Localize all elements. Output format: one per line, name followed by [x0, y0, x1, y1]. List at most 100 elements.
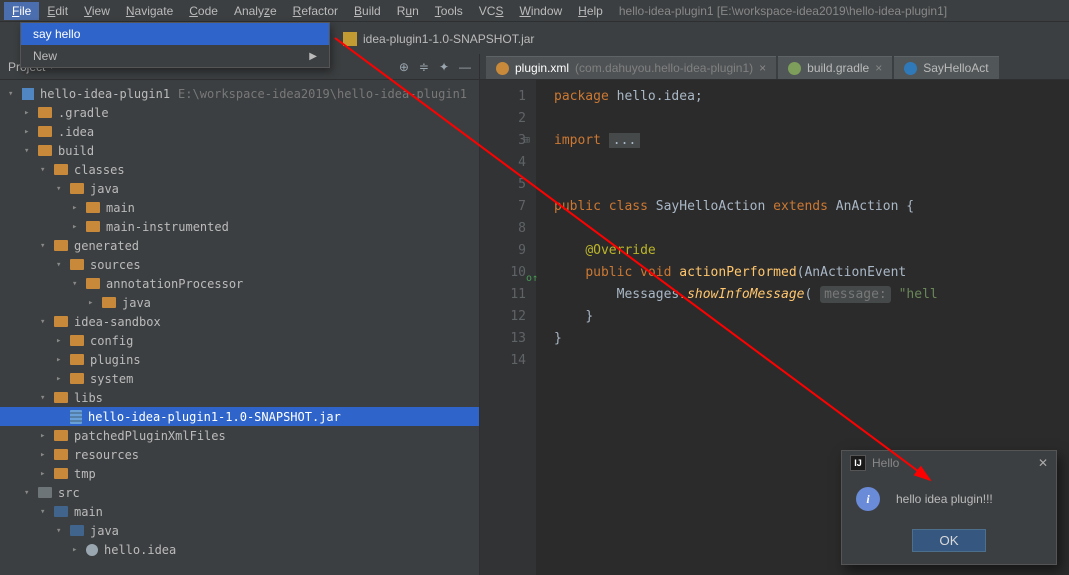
minimize-icon[interactable]: — [459, 60, 471, 74]
menu-refactor[interactable]: Refactor [285, 2, 346, 20]
menu-help[interactable]: Help [570, 2, 611, 20]
dialog-titlebar[interactable]: IJ Hello ✕ [842, 451, 1056, 475]
tree-folder[interactable]: ▾java [0, 179, 479, 198]
menu-window[interactable]: Window [511, 2, 570, 20]
tree-file[interactable]: hello-idea-plugin1-1.0-SNAPSHOT.jar [0, 407, 479, 426]
expand-icon[interactable]: ▸ [56, 355, 68, 365]
expand-icon[interactable]: ▸ [72, 222, 84, 232]
menu-view[interactable]: View [76, 2, 118, 20]
expand-icon[interactable]: ▾ [56, 260, 68, 270]
tree-folder[interactable]: ▾sources [0, 255, 479, 274]
menu-navigate[interactable]: Navigate [118, 2, 181, 20]
line-number: 2 [480, 108, 526, 130]
folder-icon [38, 107, 52, 118]
tree-folder[interactable]: ▸.gradle [0, 103, 479, 122]
menu-run[interactable]: Run [389, 2, 427, 20]
expand-icon[interactable]: ▾ [72, 279, 84, 289]
fold-icon[interactable]: ⊞ [524, 130, 530, 152]
ok-button[interactable]: OK [912, 529, 985, 552]
gear-icon[interactable]: ✦ [439, 60, 449, 74]
tree-folder[interactable]: ▸config [0, 331, 479, 350]
collapse-icon[interactable]: ≑ [419, 60, 429, 74]
expand-icon[interactable]: ▸ [72, 545, 84, 555]
tab-context: (com.dahuyou.hello-idea-plugin1) [575, 61, 753, 75]
expand-icon[interactable]: ▾ [56, 184, 68, 194]
module-icon [22, 88, 34, 100]
dialog-message: hello idea plugin!!! [896, 492, 993, 506]
tree-folder[interactable]: ▸main-instrumented [0, 217, 479, 236]
menu-tools[interactable]: Tools [427, 2, 471, 20]
close-icon[interactable]: ✕ [1038, 456, 1048, 470]
folder-icon [86, 221, 100, 232]
close-icon[interactable]: × [759, 61, 766, 75]
folder-icon [70, 183, 84, 194]
tab-build-gradle[interactable]: build.gradle × [778, 56, 892, 79]
menu-build[interactable]: Build [346, 2, 389, 20]
tree-folder[interactable]: ▸resources [0, 445, 479, 464]
menu-item-label: say hello [33, 27, 80, 41]
tree-folder[interactable]: ▸hello.idea [0, 540, 479, 559]
expand-icon[interactable]: ▸ [24, 127, 36, 137]
tree-node-label: java [122, 296, 151, 310]
tree-folder[interactable]: ▸.idea [0, 122, 479, 141]
tree-folder[interactable]: ▾ idea-sandbox [0, 312, 479, 331]
tree-node-label: generated [74, 239, 139, 253]
expand-icon[interactable]: ▾ [40, 165, 52, 175]
file-menu-dropdown[interactable]: say hello New ▶ [20, 22, 330, 68]
tree-folder[interactable]: ▸system [0, 369, 479, 388]
menu-code[interactable]: Code [181, 2, 226, 20]
tree-folder[interactable]: ▾hello-idea-plugin1E:\workspace-idea2019… [0, 84, 479, 103]
expand-icon[interactable]: ▾ [8, 89, 20, 99]
tree-folder[interactable]: ▾main [0, 502, 479, 521]
tree-folder[interactable]: ▾libs [0, 388, 479, 407]
expand-icon[interactable]: ▾ [56, 526, 68, 536]
tab-plugin-xml[interactable]: plugin.xml (com.dahuyou.hello-idea-plugi… [486, 56, 776, 79]
breadcrumb-file[interactable]: idea-plugin1-1.0-SNAPSHOT.jar [363, 32, 534, 46]
expand-icon[interactable]: ▸ [56, 374, 68, 384]
expand-icon[interactable]: ▸ [72, 203, 84, 213]
expand-icon[interactable]: ▾ [40, 317, 52, 327]
tab-say-hello-action[interactable]: SayHelloAct [894, 56, 998, 79]
tree-folder[interactable]: ▸plugins [0, 350, 479, 369]
tree-folder[interactable]: ▸main [0, 198, 479, 217]
folded-imports[interactable]: ... [609, 133, 640, 148]
tree-folder[interactable]: ▾src [0, 483, 479, 502]
expand-icon[interactable]: ▸ [56, 336, 68, 346]
tree-folder[interactable]: ▾ generated [0, 236, 479, 255]
expand-icon[interactable]: ▾ [24, 146, 36, 156]
tree-folder[interactable]: ▾java [0, 521, 479, 540]
tree-folder[interactable]: ▾annotationProcessor [0, 274, 479, 293]
expand-icon[interactable]: ▸ [40, 431, 52, 441]
tree-folder[interactable]: ▾build [0, 141, 479, 160]
target-icon[interactable]: ⊕ [399, 60, 409, 74]
expand-icon[interactable]: ▾ [24, 488, 36, 498]
expand-icon[interactable]: ▸ [40, 450, 52, 460]
tree-folder[interactable]: ▸ tmp [0, 464, 479, 483]
expand-icon[interactable]: ▾ [40, 507, 52, 517]
expand-icon[interactable]: ▸ [40, 469, 52, 479]
line-number: 11 [480, 284, 526, 306]
breadcrumb: idea-plugin1-1.0-SNAPSHOT.jar [335, 28, 542, 50]
tree-folder[interactable]: ▸patchedPluginXmlFiles [0, 426, 479, 445]
menu-file[interactable]: File [4, 2, 39, 20]
tree-node-label: hello-idea-plugin1 [40, 87, 170, 101]
expand-icon[interactable]: ▸ [88, 298, 100, 308]
tree-node-label: tmp [74, 467, 96, 481]
line-number: 8 [480, 218, 526, 240]
menu-edit[interactable]: Edit [39, 2, 76, 20]
close-icon[interactable]: × [875, 61, 882, 75]
menu-analyze[interactable]: Analyze [226, 2, 285, 20]
expand-icon[interactable]: ▾ [40, 393, 52, 403]
expand-icon[interactable]: ▾ [40, 241, 52, 251]
source-folder-icon [70, 525, 84, 536]
expand-icon[interactable]: ▸ [24, 108, 36, 118]
menu-item-say-hello[interactable]: say hello [21, 23, 329, 45]
menu-item-new[interactable]: New ▶ [21, 45, 329, 67]
tree-node-label: idea-sandbox [74, 315, 161, 329]
project-tree[interactable]: ▾hello-idea-plugin1E:\workspace-idea2019… [0, 80, 479, 563]
line-number: 7 [480, 196, 526, 218]
line-number: 1 [480, 86, 526, 108]
menu-vcs[interactable]: VCS [471, 2, 512, 20]
tree-folder[interactable]: ▸ java [0, 293, 479, 312]
tree-folder[interactable]: ▾classes [0, 160, 479, 179]
